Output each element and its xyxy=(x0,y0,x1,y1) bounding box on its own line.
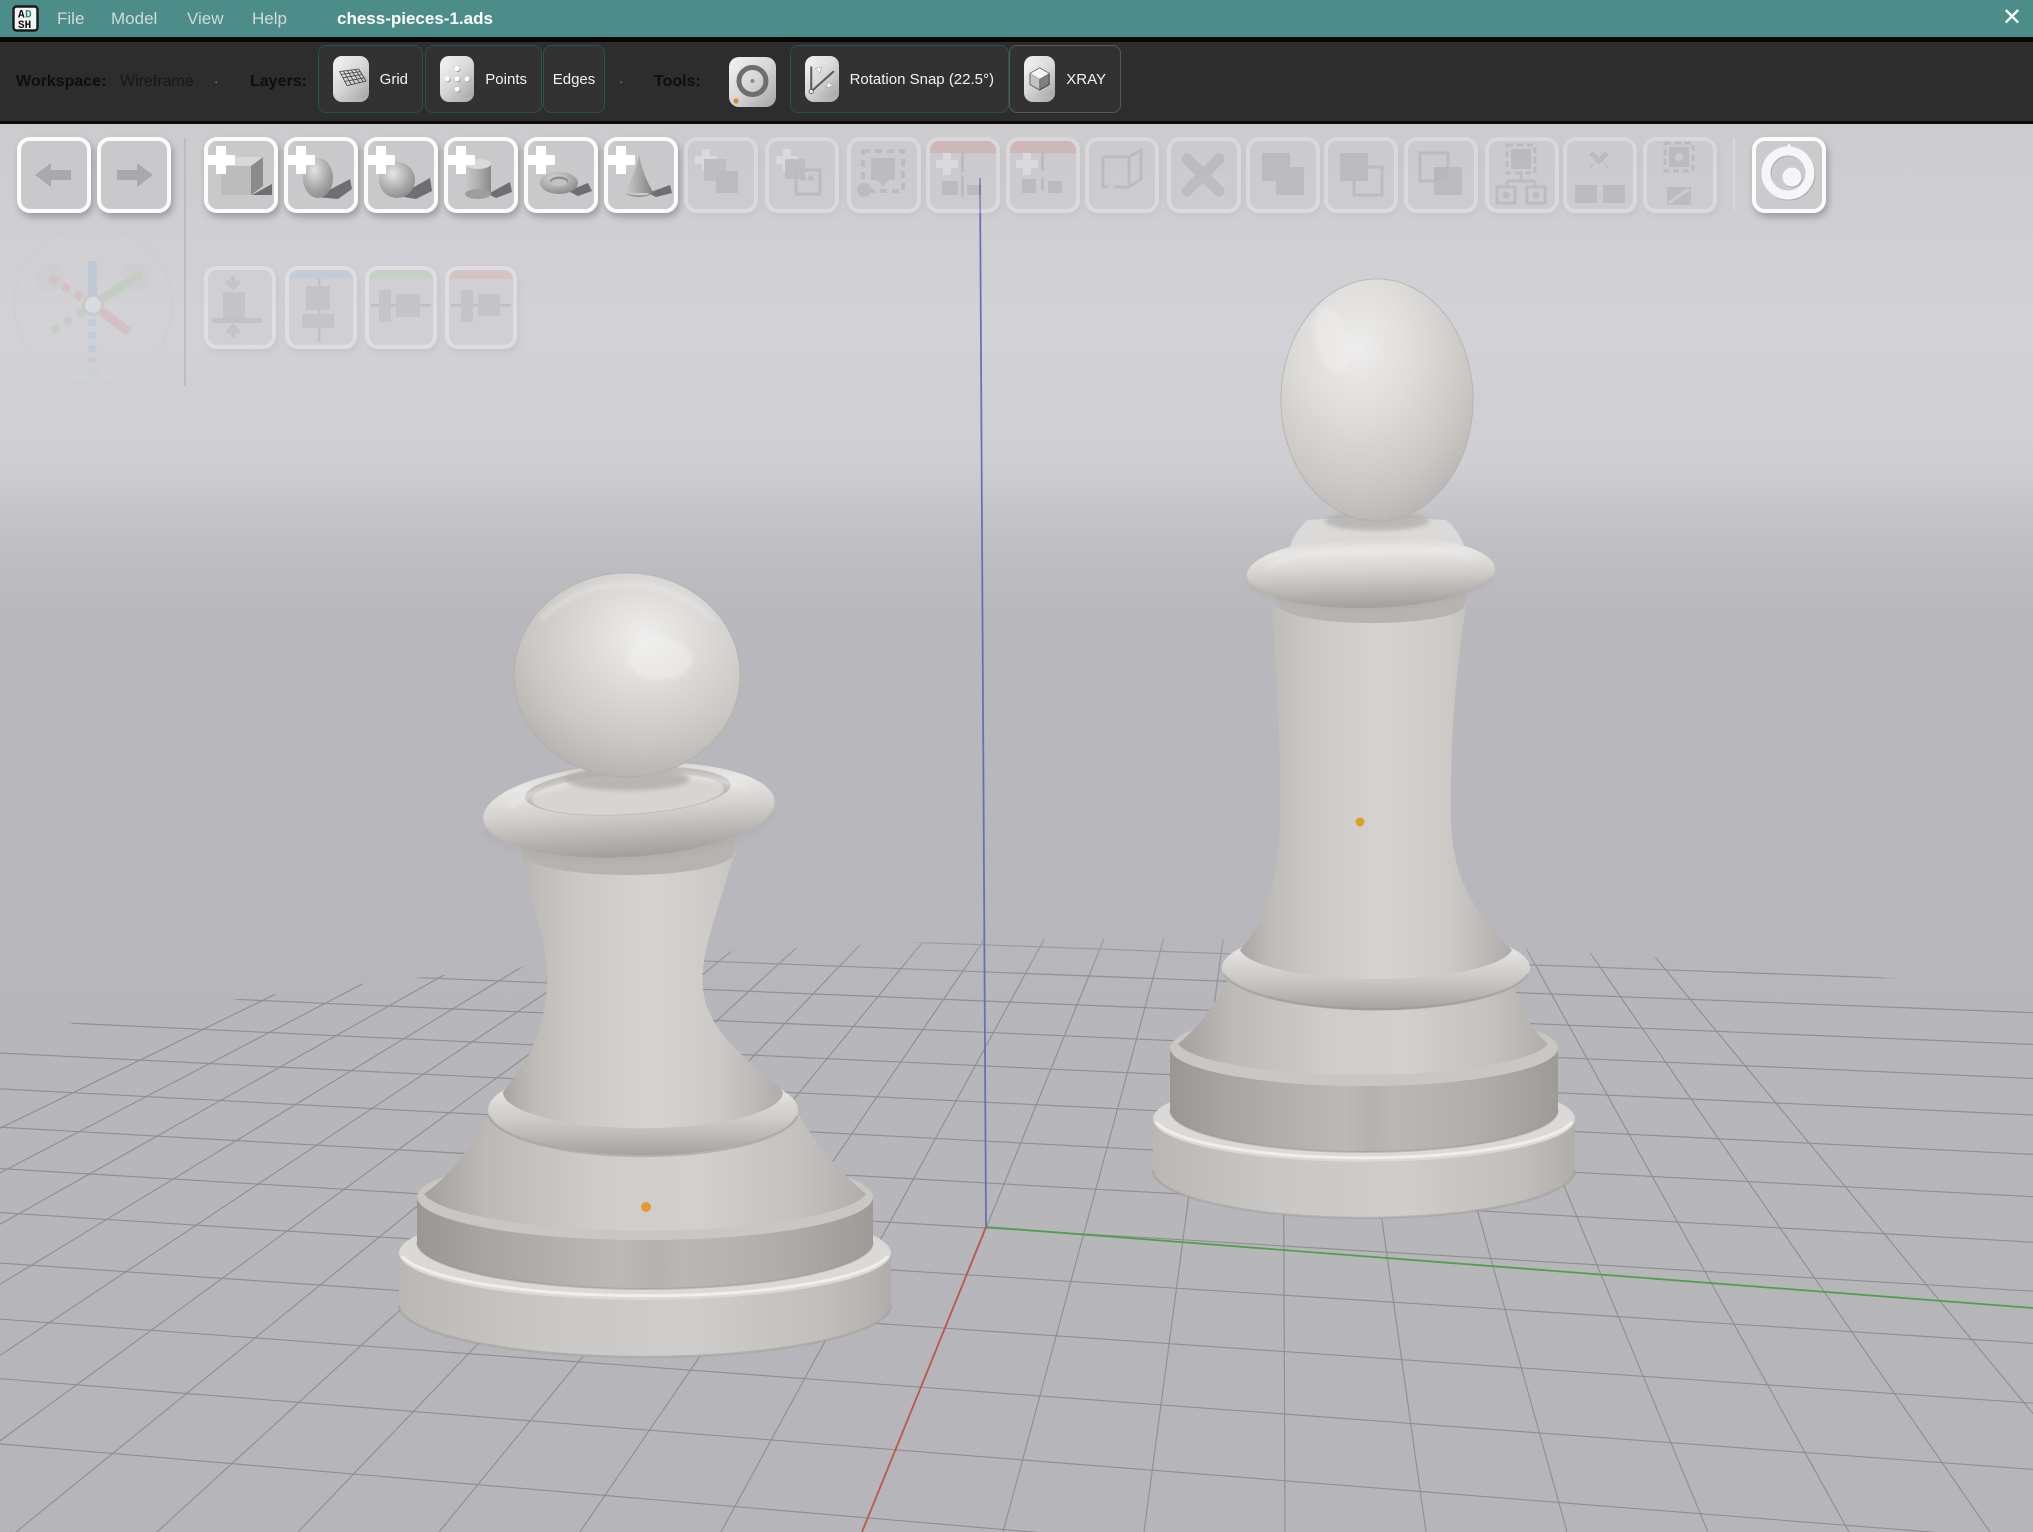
svg-text:SH: SH xyxy=(18,20,31,32)
